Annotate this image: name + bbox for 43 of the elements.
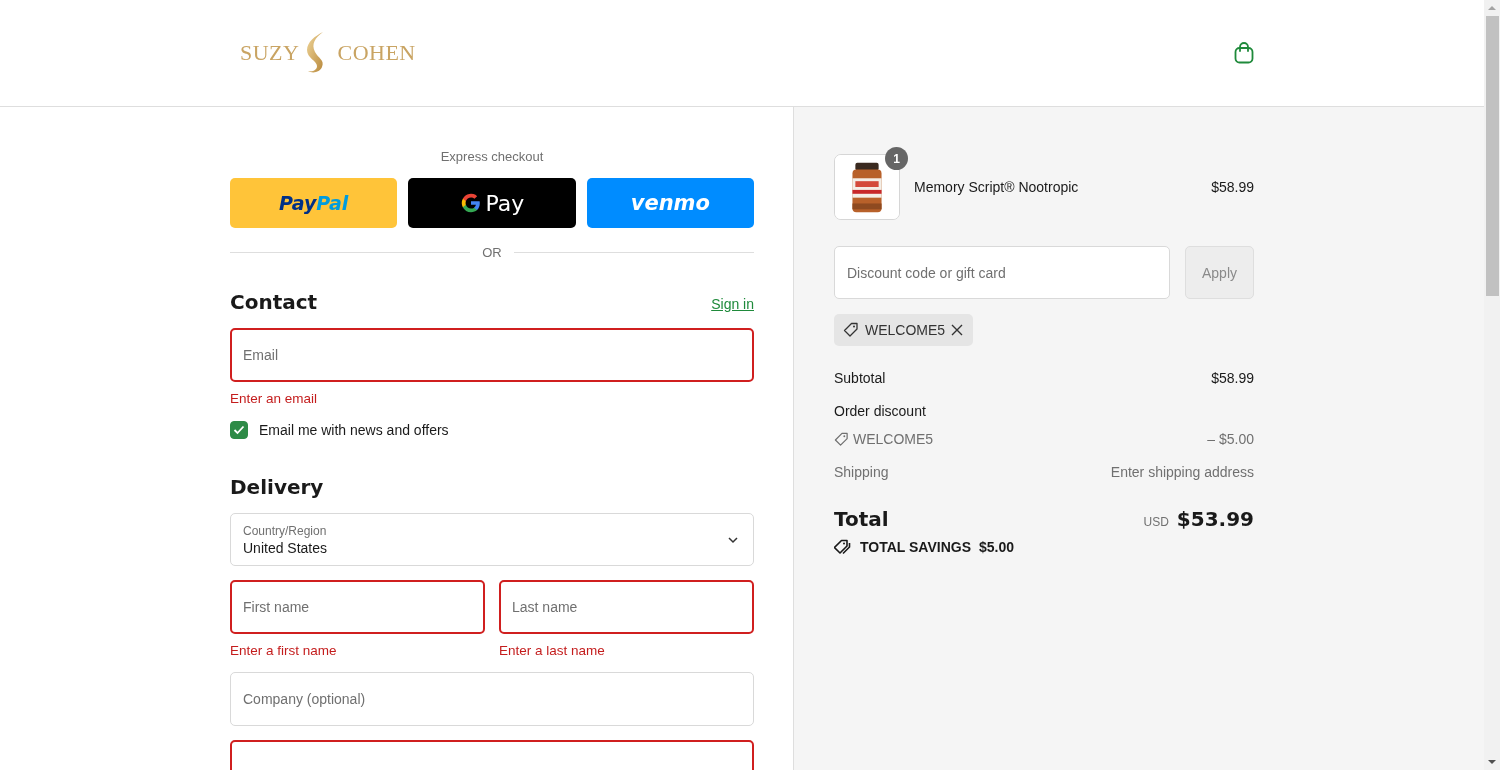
logo[interactable]: SUZY COHEN xyxy=(240,30,416,76)
section-title: Express checkout xyxy=(440,149,544,164)
product-name: Memory Script® Nootropic xyxy=(914,179,1080,195)
shopping-bag-icon[interactable] xyxy=(1234,42,1254,64)
line-label: Shipping xyxy=(834,464,889,480)
close-icon[interactable] xyxy=(951,324,964,336)
error-message: Enter an email xyxy=(230,391,318,406)
tags-icon xyxy=(834,539,852,555)
error-message: Enter a first name xyxy=(230,643,337,658)
checkbox[interactable] xyxy=(230,421,248,439)
currency-code: USD xyxy=(1143,515,1169,529)
chevron-down-icon xyxy=(727,535,739,544)
discount-code: WELCOME5 xyxy=(865,322,946,338)
checkbox-label: Email me with news and offers xyxy=(259,422,449,438)
total-label: Total xyxy=(834,507,889,531)
check-icon xyxy=(233,425,245,435)
savings-label: TOTAL SAVINGS xyxy=(860,539,971,555)
sign-in-link[interactable]: Sign in xyxy=(711,296,754,312)
text-field[interactable]: Last name xyxy=(499,580,754,634)
tag-icon xyxy=(843,322,859,338)
text-field[interactable]: First name xyxy=(230,580,485,634)
email-field[interactable]: Email xyxy=(230,328,754,382)
g-logo-icon xyxy=(459,192,482,214)
error-message: Enter a last name xyxy=(499,643,605,658)
google-pay-button[interactable]: Pay xyxy=(408,178,576,228)
section-heading: Contact xyxy=(230,290,318,314)
country-select[interactable]: Country/Region United States xyxy=(230,513,754,566)
savings-amount: $5.00 xyxy=(979,539,1015,555)
line-label: Subtotal xyxy=(834,370,886,386)
divider-label: OR xyxy=(482,245,502,260)
tag-icon xyxy=(834,431,849,447)
section-heading: Delivery xyxy=(230,475,325,499)
line-value: – $5.00 xyxy=(1207,431,1254,447)
discount-code: WELCOME5 xyxy=(853,431,934,447)
line-value: Enter shipping address xyxy=(1110,464,1254,480)
total-amount: $53.99 xyxy=(1176,507,1254,531)
line-value: $58.99 xyxy=(1211,370,1254,386)
line-label: Order discount xyxy=(834,403,926,419)
quantity-badge: 1 xyxy=(885,147,908,170)
venmo-button[interactable]: venmo xyxy=(586,178,754,228)
scrollbar-thumb[interactable] xyxy=(1485,16,1499,296)
product-price: $58.99 xyxy=(1211,179,1254,195)
paypal-button[interactable]: PayPal xyxy=(230,178,398,228)
